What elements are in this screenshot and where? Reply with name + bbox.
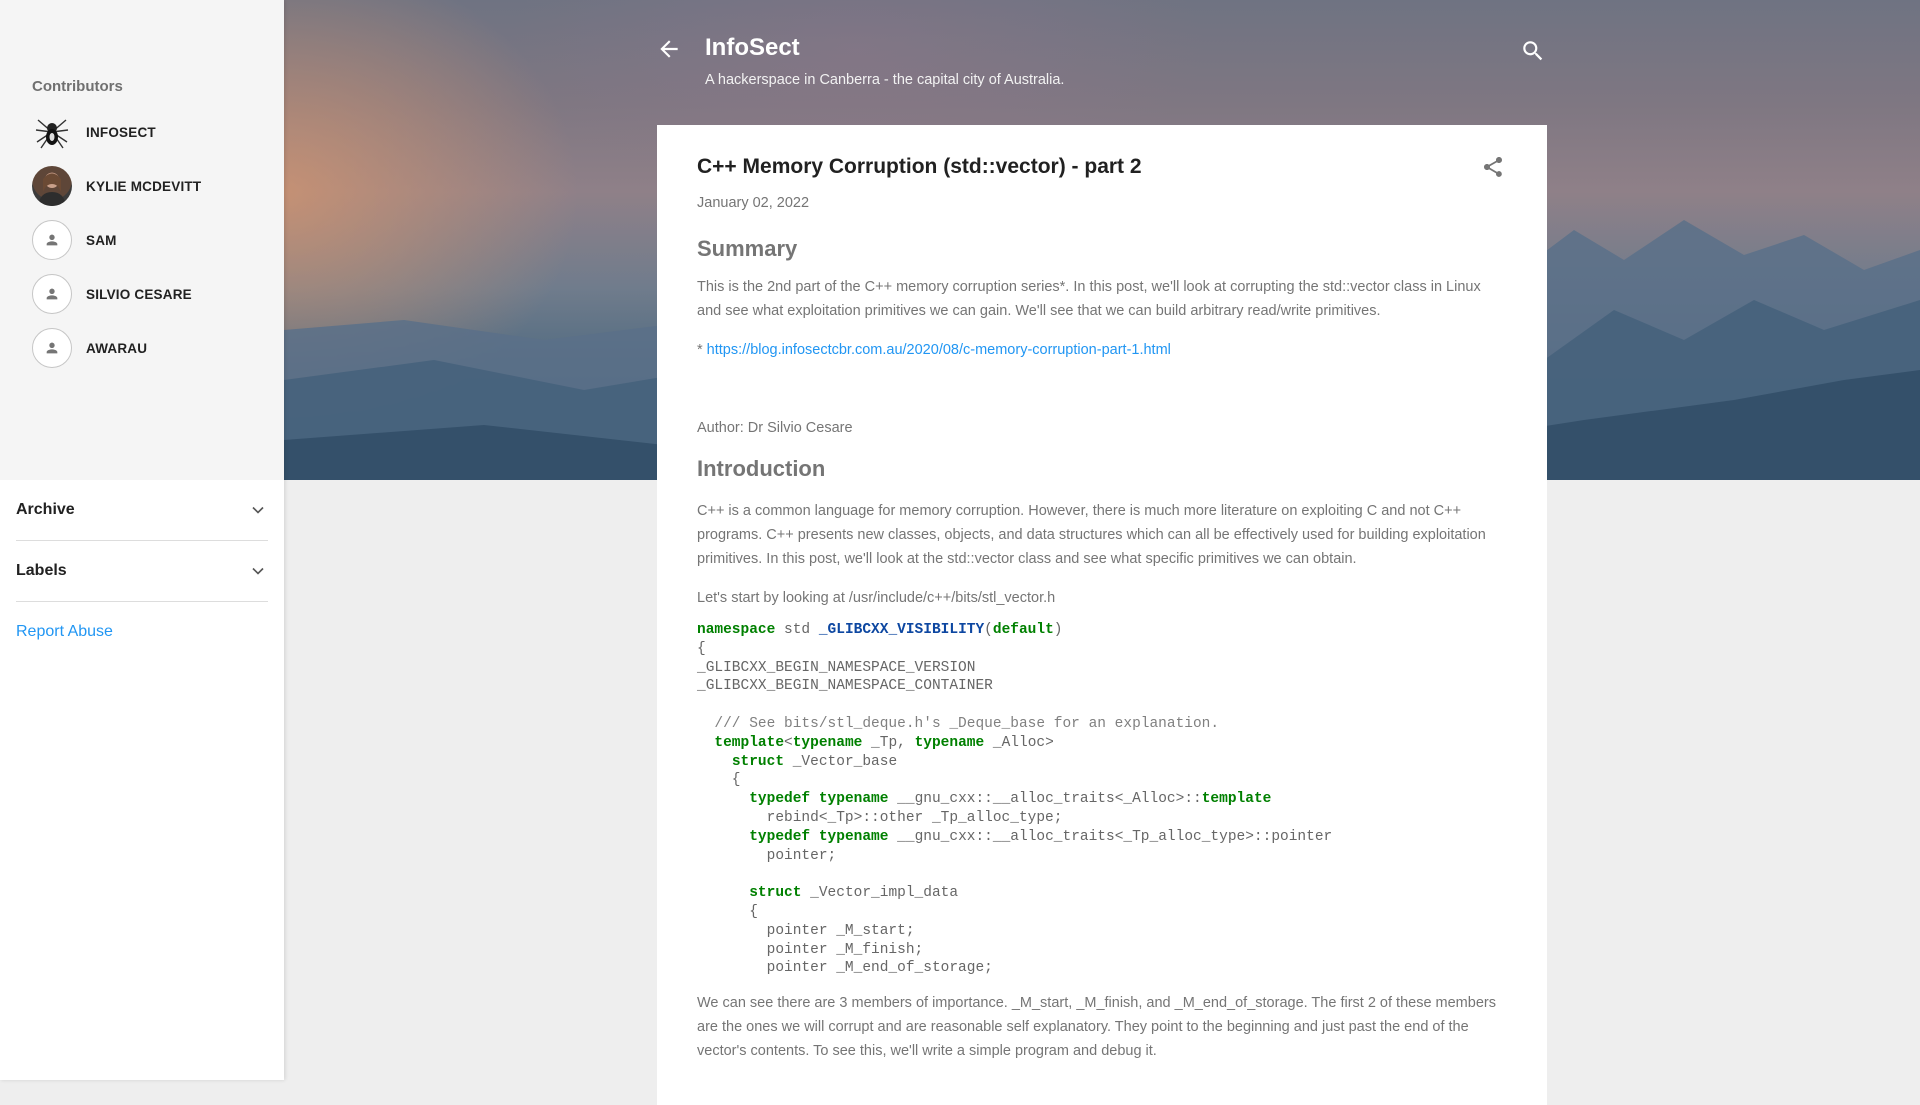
chevron-down-icon xyxy=(252,567,264,575)
contributor-sam[interactable]: SAM xyxy=(32,220,284,260)
back-arrow-icon[interactable] xyxy=(656,36,682,62)
report-abuse-link[interactable]: Report Abuse xyxy=(16,623,268,641)
code-text: __gnu_cxx::__alloc_traits<_Alloc>:: xyxy=(888,791,1202,808)
code-keyword: namespace xyxy=(697,622,776,638)
contributors-list: INFOSECT KYLIE MCDEVITT SAM SILVIO CESAR… xyxy=(0,112,284,368)
blog-title-link[interactable]: InfoSect xyxy=(705,34,800,62)
introduction-heading: Introduction xyxy=(697,456,826,481)
contributor-awarau[interactable]: AWARAU xyxy=(32,328,284,368)
code-text: { xyxy=(697,640,706,657)
share-icon[interactable] xyxy=(1481,155,1505,179)
summary-paragraph: This is the 2nd part of the C++ memory c… xyxy=(697,279,1481,319)
code-text: _Alloc> xyxy=(984,734,1054,751)
code-text: { xyxy=(697,772,741,789)
code-text: pointer; xyxy=(697,847,837,864)
code-keyword: typename xyxy=(792,734,863,751)
code-text: _GLIBCXX_BEGIN_NAMESPACE_CONTAINER xyxy=(697,678,993,695)
post-card: C++ Memory Corruption (std::vector) - pa… xyxy=(657,125,1547,1105)
post-date: January 02, 2022 xyxy=(697,195,810,211)
profile-photo xyxy=(32,166,72,206)
code-keyword: typedef xyxy=(749,791,811,808)
labels-title: Labels xyxy=(16,562,67,579)
part-1-link[interactable]: https://blog.infosectcbr.com.au/2020/08/… xyxy=(707,342,1171,358)
search-icon[interactable] xyxy=(1520,38,1546,64)
code-text: _Vector_impl_data xyxy=(801,885,959,902)
code-keyword: template xyxy=(1201,791,1272,808)
code-keyword: typedef xyxy=(749,828,811,845)
code-text: _Tp, xyxy=(862,734,915,751)
contributor-name: INFOSECT xyxy=(86,124,156,140)
explanation-paragraph: We can see there are 3 members of import… xyxy=(697,995,1496,1060)
code-keyword: typename xyxy=(818,828,889,845)
contributor-name: KYLIE MCDEVITT xyxy=(86,178,202,194)
code-macro: _GLIBCXX_VISIBILITY xyxy=(818,622,985,638)
introduction-paragraph: C++ is a common language for memory corr… xyxy=(697,503,1486,567)
code-text: rebind<_Tp>::other _Tp_alloc_type; xyxy=(697,809,1063,826)
chevron-down-icon xyxy=(252,506,264,514)
sidebar: Contributors INFOSECT KYLIE MCDEVITT SAM… xyxy=(0,0,284,1080)
labels-widget[interactable]: Labels xyxy=(16,541,268,602)
code-keyword: typename xyxy=(914,734,985,751)
code-text: ( xyxy=(984,622,993,638)
reference-prefix: * xyxy=(697,342,707,358)
code-text: pointer _M_end_of_storage; xyxy=(697,960,993,977)
contributors-section: Contributors INFOSECT KYLIE MCDEVITT SAM… xyxy=(0,0,284,480)
code-text: std xyxy=(775,622,819,638)
code-text: < xyxy=(784,734,793,751)
code-text: pointer _M_finish; xyxy=(697,941,924,958)
archive-title: Archive xyxy=(16,501,75,518)
post-title: C++ Memory Corruption (std::vector) - pa… xyxy=(697,155,1142,178)
default-person-icon xyxy=(32,274,72,314)
code-keyword: typename xyxy=(818,791,889,808)
code-text: { xyxy=(697,903,758,920)
start-paragraph: Let's start by looking at /usr/include/c… xyxy=(697,590,1056,606)
code-text: ) xyxy=(1053,622,1063,638)
post-title-row: C++ Memory Corruption (std::vector) - pa… xyxy=(697,152,1507,182)
code-keyword: struct xyxy=(749,885,802,902)
spider-logo-icon xyxy=(32,112,72,152)
code-comment: /// See bits/stl_deque.h's _Deque_base f… xyxy=(697,715,1220,732)
default-person-icon xyxy=(32,220,72,260)
contributors-heading: Contributors xyxy=(32,78,123,95)
code-block: namespace std _GLIBCXX_VISIBILITY(defaul… xyxy=(697,621,1507,978)
contributor-silvio-cesare[interactable]: SILVIO CESARE xyxy=(32,274,284,314)
contributor-kylie-mcdevitt[interactable]: KYLIE MCDEVITT xyxy=(32,166,284,206)
contributor-name: AWARAU xyxy=(86,340,148,356)
reference-paragraph: * https://blog.infosectcbr.com.au/2020/0… xyxy=(697,338,1507,362)
blog-description: A hackerspace in Canberra - the capital … xyxy=(705,72,1065,88)
author-line: Author: Dr Silvio Cesare xyxy=(697,420,853,436)
code-keyword: struct xyxy=(731,753,785,770)
default-person-icon xyxy=(32,328,72,368)
contributor-infosect[interactable]: INFOSECT xyxy=(32,112,284,152)
archive-widget[interactable]: Archive xyxy=(16,480,268,541)
code-text: __gnu_cxx::__alloc_traits<_Tp_alloc_type… xyxy=(888,828,1333,845)
code-text: _Vector_base xyxy=(784,753,898,770)
contributor-name: SAM xyxy=(86,232,117,248)
code-keyword: default xyxy=(992,622,1054,638)
code-text: _GLIBCXX_BEGIN_NAMESPACE_VERSION xyxy=(697,659,976,676)
code-text: pointer _M_start; xyxy=(697,922,915,939)
summary-heading: Summary xyxy=(697,236,798,261)
code-keyword: template xyxy=(714,734,785,751)
blog-header: InfoSect A hackerspace in Canberra - the… xyxy=(656,30,1546,100)
contributor-name: SILVIO CESARE xyxy=(86,286,192,302)
